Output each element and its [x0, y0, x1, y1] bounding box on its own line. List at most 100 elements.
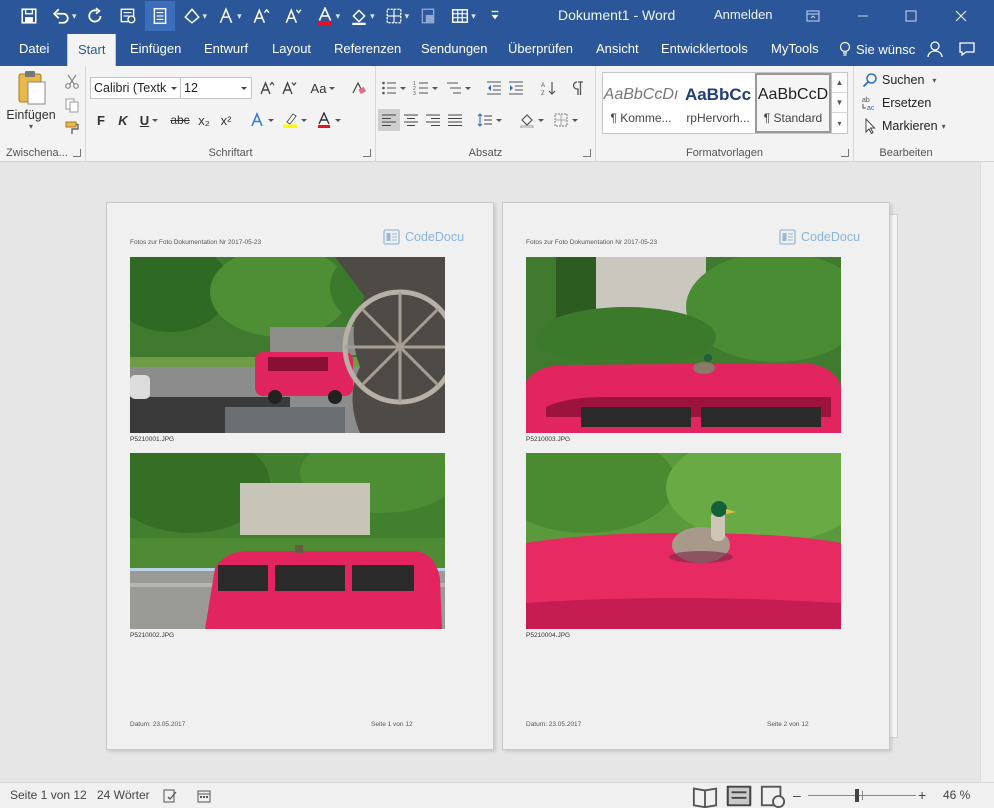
gallery-down-icon[interactable]: ▼ — [832, 93, 847, 113]
sign-in-link[interactable]: Anmelden — [714, 7, 773, 22]
tab-entwicklertools[interactable]: Entwicklertools — [661, 32, 748, 66]
zoom-level[interactable]: 46 % — [943, 783, 970, 808]
font-size-dropdown-icon[interactable] — [237, 78, 251, 98]
close-button[interactable] — [938, 0, 984, 32]
tab-ueberpruefen[interactable]: Überprüfen — [508, 32, 573, 66]
italic-button[interactable]: K — [114, 109, 132, 131]
bullets-button[interactable] — [378, 77, 408, 99]
document-page-2[interactable]: Fotos zur Foto Dokumentation Nr 2017-05-… — [502, 202, 890, 750]
gallery-up-icon[interactable]: ▲ — [832, 73, 847, 93]
font-launcher-icon[interactable] — [363, 149, 371, 157]
photo-duck-on-roof-wide[interactable] — [526, 257, 841, 433]
justify-button[interactable] — [444, 109, 466, 131]
font-size-combo[interactable]: 12 — [180, 77, 252, 99]
font-color-qat-dropdown-icon[interactable]: ▾ — [336, 11, 341, 22]
strikethrough-button[interactable]: abc — [168, 109, 192, 131]
print-layout-button[interactable] — [726, 785, 752, 806]
photo-street-van[interactable] — [130, 257, 445, 433]
page-layout-button[interactable] — [144, 1, 175, 31]
user-icon[interactable] — [926, 40, 944, 58]
select-button[interactable]: Markieren ▾ — [862, 116, 946, 136]
tab-mytools[interactable]: MyTools — [771, 32, 819, 66]
font-name-combo[interactable]: Calibri (Textk — [90, 77, 182, 99]
print-preview-button[interactable] — [113, 1, 143, 31]
proofing-status[interactable] — [163, 783, 177, 808]
clipboard-launcher-icon[interactable] — [73, 149, 81, 157]
vertical-scrollbar[interactable] — [980, 162, 994, 782]
tab-datei[interactable]: Datei — [19, 32, 49, 66]
save-button[interactable] — [14, 1, 44, 31]
tab-entwurf[interactable]: Entwurf — [204, 32, 248, 66]
bold-button[interactable]: F — [92, 109, 110, 131]
line-spacing-button[interactable] — [474, 109, 504, 131]
minimize-button[interactable] — [840, 0, 886, 32]
web-layout-button[interactable] — [760, 785, 786, 808]
picture-qat-button[interactable] — [413, 1, 443, 31]
photo-van-side[interactable] — [130, 453, 445, 629]
style-kommentar[interactable]: AaBbCcDı ¶ Komme... — [603, 73, 679, 133]
tab-einfuegen[interactable]: Einfügen — [130, 32, 181, 66]
font-name-dropdown-icon[interactable] — [167, 78, 181, 98]
zoom-out-button[interactable]: – — [793, 783, 801, 808]
align-left-button[interactable] — [378, 109, 400, 131]
paragraph-launcher-icon[interactable] — [583, 149, 591, 157]
replace-button[interactable]: ab ac Ersetzen — [862, 93, 931, 113]
gallery-more-icon[interactable]: ▾ — [832, 113, 847, 133]
borders-button[interactable] — [550, 109, 580, 131]
change-case-button[interactable]: Aa — [308, 77, 338, 99]
find-dropdown-icon[interactable]: ▾ — [932, 76, 936, 85]
customize-qat-button[interactable] — [480, 1, 510, 31]
cut-button[interactable] — [62, 72, 82, 92]
numbering-button[interactable]: 123 — [410, 77, 440, 99]
shrink-font-qat-button[interactable] — [278, 1, 308, 31]
underline-button[interactable]: U — [136, 109, 162, 131]
paste-button[interactable]: Einfügen ▾ — [6, 70, 56, 136]
redo-button[interactable] — [81, 1, 111, 31]
photo-duck-on-roof-close[interactable] — [526, 453, 841, 629]
select-dropdown-icon[interactable]: ▾ — [942, 122, 946, 131]
maximize-button[interactable] — [888, 0, 934, 32]
grow-font-button[interactable] — [258, 77, 276, 99]
tab-layout[interactable]: Layout — [272, 32, 311, 66]
read-mode-button[interactable] — [692, 786, 718, 808]
shading-button[interactable] — [516, 109, 546, 131]
shrink-font-button[interactable] — [280, 77, 298, 99]
copy-button[interactable] — [62, 95, 82, 115]
document-page-1[interactable]: Fotos zur Foto Dokumentation Nr 2017-05-… — [106, 202, 494, 750]
tab-ansicht[interactable]: Ansicht — [596, 32, 639, 66]
shading-qat-dropdown-icon[interactable]: ▾ — [370, 11, 375, 22]
font-style-dropdown-icon[interactable]: ▾ — [237, 11, 242, 22]
comment-icon[interactable] — [958, 40, 976, 58]
zoom-slider-thumb[interactable] — [855, 789, 859, 802]
macro-recording-status[interactable] — [197, 783, 211, 808]
tab-referenzen[interactable]: Referenzen — [334, 32, 401, 66]
tell-me-search[interactable]: Sie wünsc — [838, 32, 915, 66]
increase-indent-button[interactable] — [506, 77, 526, 99]
shapes-dropdown-icon[interactable]: ▾ — [203, 11, 208, 22]
align-center-button[interactable] — [400, 109, 422, 131]
zoom-in-button[interactable]: + — [918, 783, 926, 808]
superscript-button[interactable]: x² — [216, 109, 236, 131]
page-count-status[interactable]: Seite 1 von 12 — [10, 783, 87, 808]
subscript-button[interactable]: x₂ — [194, 109, 214, 131]
style-hervorhebung[interactable]: AaBbCc rpHervorh... — [680, 73, 756, 133]
find-button[interactable]: Suchen ▾ — [862, 70, 936, 90]
text-effects-button[interactable] — [246, 109, 276, 131]
word-count-status[interactable]: 24 Wörter — [97, 783, 150, 808]
tab-sendungen[interactable]: Sendungen — [421, 32, 488, 66]
undo-dropdown-icon[interactable]: ▾ — [72, 11, 77, 22]
style-standard[interactable]: AaBbCcD ¶ Standard — [755, 73, 831, 133]
borders-qat-dropdown-icon[interactable]: ▾ — [405, 11, 410, 22]
tab-start[interactable]: Start — [67, 34, 117, 68]
multilevel-list-button[interactable] — [442, 77, 474, 99]
grow-font-qat-button[interactable] — [246, 1, 276, 31]
format-painter-button[interactable] — [62, 118, 82, 138]
align-right-button[interactable] — [422, 109, 444, 131]
table-qat-dropdown-icon[interactable]: ▾ — [471, 11, 476, 22]
sort-button[interactable]: AZ — [538, 77, 560, 99]
decrease-indent-button[interactable] — [484, 77, 504, 99]
ribbon-display-options-button[interactable] — [790, 0, 836, 32]
styles-launcher-icon[interactable] — [841, 149, 849, 157]
highlight-color-button[interactable] — [278, 109, 310, 131]
font-color-button[interactable] — [312, 109, 344, 131]
